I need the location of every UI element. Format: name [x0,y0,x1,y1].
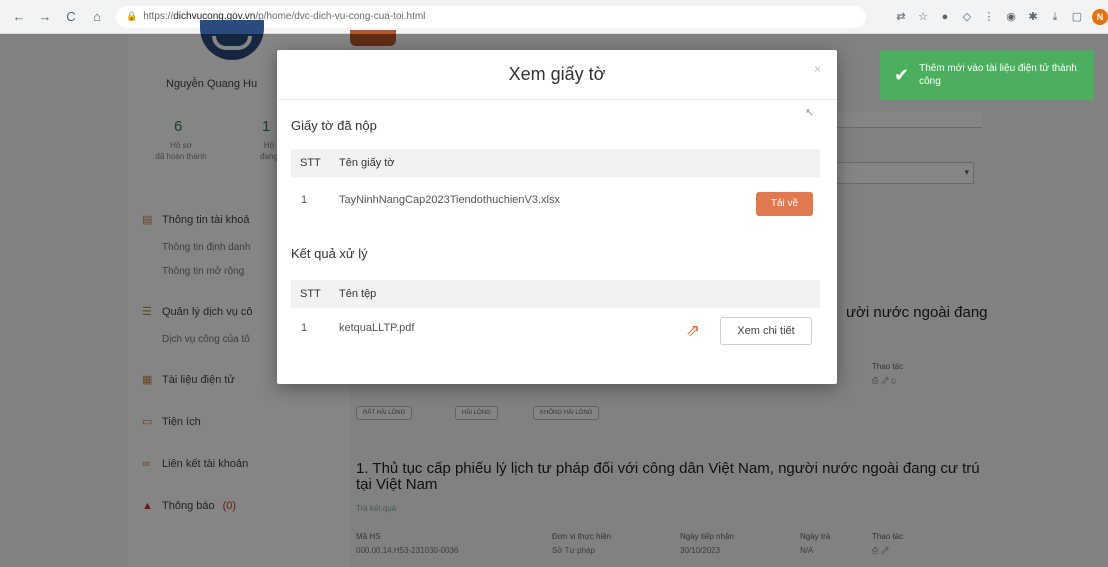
results-table-header: STT Tên tệp [291,280,820,308]
url-path: /p/home/dvc-dich-vu-cong-cua-toi.html [255,11,426,22]
puzzle-icon[interactable]: ✱ [1026,10,1040,24]
submitted-col-name: Tên giấy tờ [339,157,395,169]
results-section-title: Kết quả xử lý [291,246,368,261]
extension-icon-3[interactable]: ⋮ [982,10,996,24]
extension-icon-4[interactable]: ◉ [1004,10,1018,24]
close-icon[interactable]: × [814,62,821,76]
home-button[interactable]: ⌂ [86,6,108,28]
view-documents-modal: Xem giấy tờ × ↖ Giấy tờ đã nộp STT Tên g… [277,50,837,384]
url-prefix: https:// [143,11,174,22]
forward-button[interactable]: → [34,6,56,28]
results-row-filename: ketquaLLTP.pdf [339,322,415,334]
download-icon[interactable]: ⤓ [1048,10,1062,24]
extensions-area: ⇄ ☆ ● ◇ ⋮ ◉ ✱ ⤓ ▢ N [894,8,1108,25]
toast-message: Thêm mới vào tài liệu điện tử thành công [919,63,1077,87]
submitted-row-stt: 1 [301,194,308,206]
window-icon[interactable]: ▢ [1070,10,1084,24]
results-row-stt: 1 [301,322,308,334]
view-detail-button[interactable]: Xem chi tiết [720,317,812,345]
translate-icon[interactable]: ⇄ [894,10,908,24]
submitted-section-title: Giấy tờ đã nộp [291,118,377,133]
share-icon[interactable]: ⇗ [683,321,703,341]
browser-toolbar: ← → C ⌂ 🔒 https:// dichvucong.gov.vn /p/… [0,0,1108,34]
extension-icon-2[interactable]: ◇ [960,10,974,24]
submitted-col-stt: STT [300,157,321,169]
submitted-table-header: STT Tên giấy tờ [291,149,820,177]
reload-button[interactable]: C [60,6,82,28]
modal-title: Xem giấy tờ [508,64,606,84]
submitted-row-filename: TayNinhNangCap2023TiendothuchienV3.xlsx [339,194,560,206]
mouse-cursor-icon: ↖ [805,107,815,119]
extension-icon[interactable]: ● [938,10,952,24]
success-toast: ✔ Thêm mới vào tài liệu điện tử thành cô… [880,50,1094,100]
modal-header: Xem giấy tờ × [277,50,837,100]
bookmark-star-icon[interactable]: ☆ [916,10,930,24]
back-button[interactable]: ← [8,6,30,28]
download-button[interactable]: Tải về [756,192,813,216]
results-col-stt: STT [300,288,321,300]
results-col-name: Tên tệp [339,288,377,300]
lock-icon: 🔒 [126,11,138,21]
table-row: 1 TayNinhNangCap2023TiendothuchienV3.xls… [291,186,820,216]
profile-avatar[interactable]: N [1092,8,1108,25]
checkmark-icon: ✔ [894,64,910,85]
